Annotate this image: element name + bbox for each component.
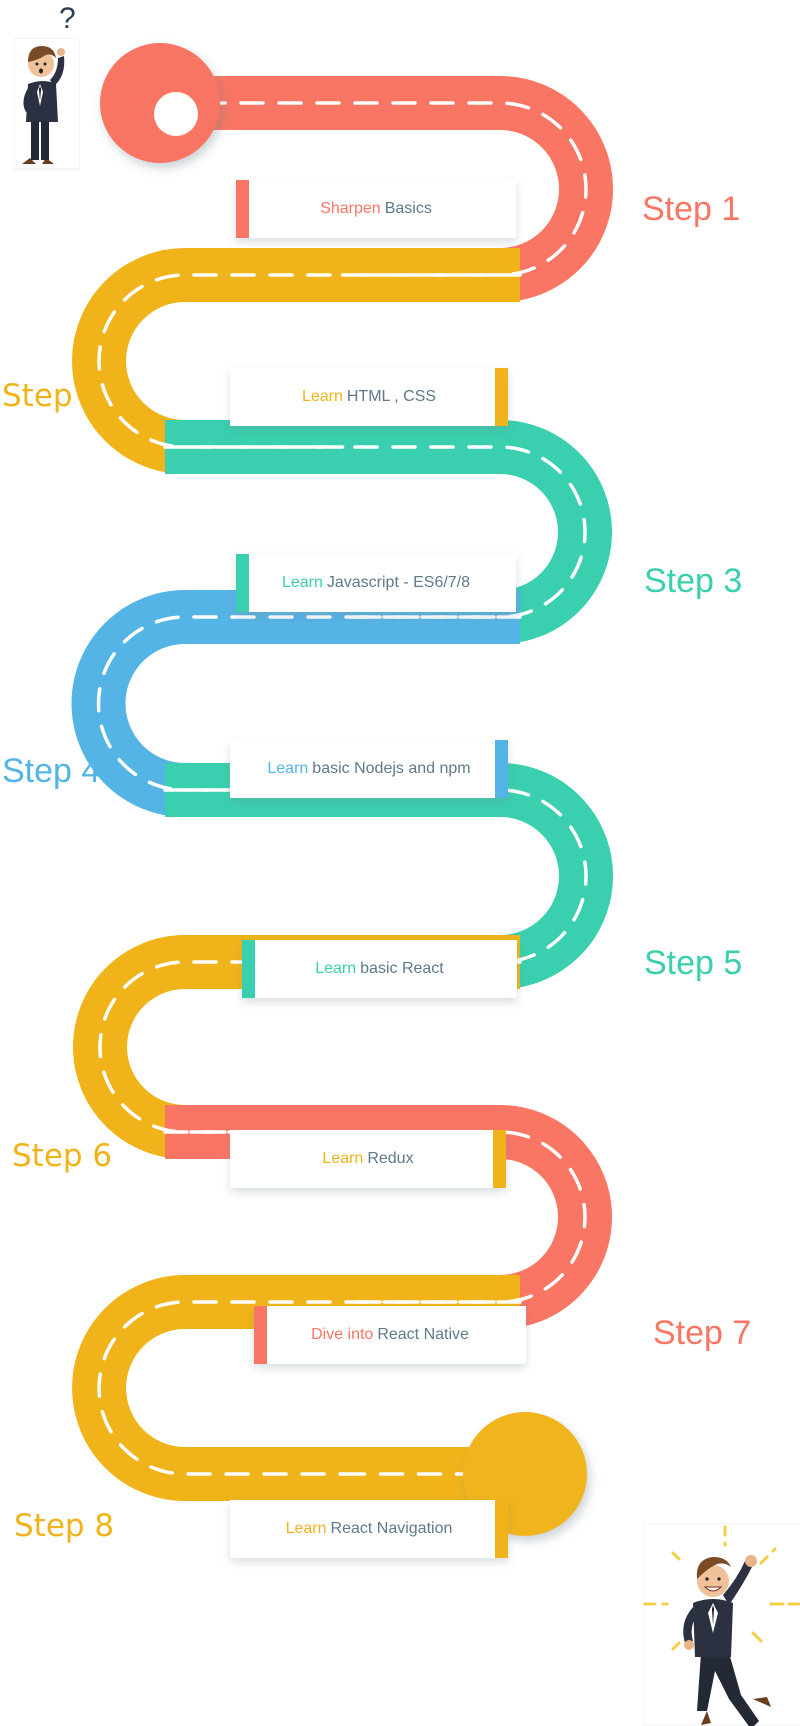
- question-mark: ?: [59, 2, 76, 35]
- step-7-card-accent: [254, 1306, 267, 1364]
- confused-businessman-figure: [14, 38, 80, 170]
- step-1-card-accent: [236, 180, 249, 238]
- step-6-card: Learn Redux: [230, 1130, 506, 1188]
- step-4-card-text: Learn basic Nodejs and npm: [267, 760, 471, 777]
- step-8-card-text: Learn React Navigation: [285, 1520, 453, 1537]
- roadmap-road: [71, 43, 613, 1536]
- step-2-card-text: Learn HTML , CSS: [301, 388, 437, 405]
- step-1-label: Step 1: [642, 190, 741, 228]
- step-5-card: Learn basic React: [242, 940, 517, 998]
- step-2-card-accent: [495, 368, 508, 426]
- step-1-card: Sharpen Basics: [236, 180, 516, 238]
- step-7-label: Step 7: [653, 1314, 752, 1352]
- step-6-card-accent: [493, 1130, 506, 1188]
- step-8-label: Step 8: [14, 1508, 115, 1544]
- celebrating-businessman-figure: [643, 1523, 800, 1726]
- step-3-card-text: Learn Javascript - ES6/7/8: [281, 574, 471, 591]
- step-8-card-accent: [495, 1500, 508, 1558]
- step-7-card: Dive into React Native: [254, 1306, 526, 1364]
- step-7-card-text: Dive into React Native: [311, 1326, 469, 1343]
- start-node-hole: [154, 92, 198, 136]
- step-1-card-text: Sharpen Basics: [320, 200, 432, 217]
- step-6-card-text: Learn Redux: [322, 1150, 414, 1167]
- step-5-card-accent: [242, 940, 255, 998]
- step-5-card-text: Learn basic React: [315, 960, 444, 977]
- step-8-card: Learn React Navigation: [230, 1500, 508, 1558]
- step-4-card-accent: [495, 740, 508, 798]
- step-3-card-accent: [236, 554, 249, 612]
- step-5-label: Step 5: [644, 944, 743, 982]
- step-4-label: Step 4: [2, 752, 101, 790]
- step-4-card: Learn basic Nodejs and npm: [230, 740, 508, 798]
- step-3-label: Step 3: [644, 562, 743, 600]
- step-2-label: Step 2: [2, 378, 103, 414]
- step-3-card: Learn Javascript - ES6/7/8: [236, 554, 516, 612]
- step-2-card: Learn HTML , CSS: [230, 368, 508, 426]
- step-6-label: Step 6: [12, 1138, 113, 1174]
